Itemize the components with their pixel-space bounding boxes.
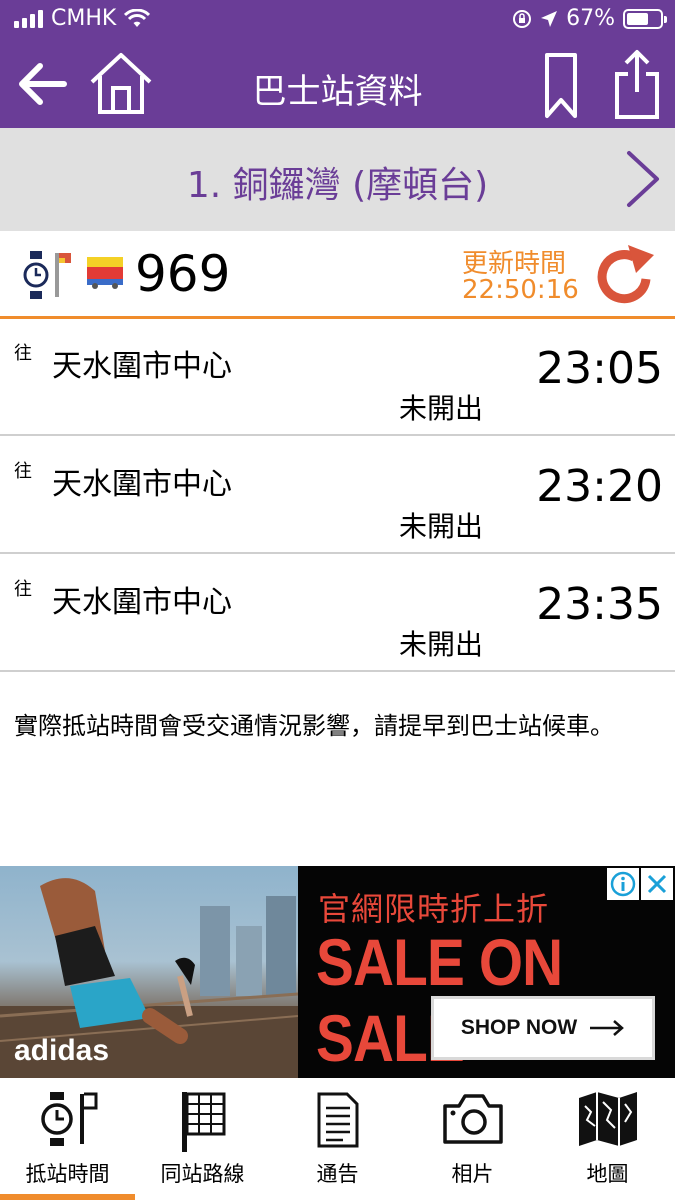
clock-flag-icon (23, 251, 71, 299)
active-tab-indicator (0, 1194, 135, 1200)
tab-label: 相片 (451, 1162, 494, 1186)
status-bar: CMHK 67% (0, 0, 675, 38)
signal-icon (14, 9, 43, 28)
notice-icon (317, 1092, 358, 1148)
carrier-label: CMHK (51, 6, 117, 31)
arrival-time: 23:20 (536, 461, 663, 512)
chevron-right-icon[interactable] (625, 150, 661, 208)
location-icon (541, 10, 558, 27)
ad-photo: adidas (0, 866, 299, 1078)
direction-label: 往 (14, 461, 32, 482)
arrival-time: 23:05 (536, 343, 663, 394)
eta-status: 未開出 (398, 628, 483, 661)
arrow-right-icon (590, 1020, 625, 1036)
tab-photos[interactable]: 相片 (405, 1078, 540, 1200)
eta-row: 往 天水圍市中心 23:20 未開出 (0, 437, 675, 554)
stop-header: 1. 銅鑼灣 (摩頓台) (0, 128, 675, 231)
tab-label: 通告 (316, 1162, 359, 1186)
tab-label: 抵站時間 (25, 1162, 110, 1186)
tab-arrival-times[interactable]: 抵站時間 (0, 1078, 135, 1200)
tab-bar: 抵站時間 同站路線 通告 相片 地圖 (0, 1078, 675, 1200)
shop-now-button[interactable]: SHOP NOW (431, 996, 655, 1060)
tab-same-stop-routes[interactable]: 同站路線 (135, 1078, 270, 1200)
tab-label: 同站路線 (160, 1162, 245, 1186)
eta-row: 往 天水圍市中心 23:35 未開出 (0, 555, 675, 672)
ad-close-icon[interactable] (641, 868, 673, 900)
bookmark-icon[interactable] (544, 52, 578, 120)
nav-bar: 巴士站資料 (0, 38, 675, 128)
eta-status: 未開出 (398, 392, 483, 425)
direction-label: 往 (14, 343, 32, 364)
ad-brand: adidas (14, 1034, 110, 1067)
ad-info-icon[interactable] (607, 868, 639, 900)
orientation-lock-icon (513, 9, 532, 28)
bus-icon (87, 257, 123, 289)
destination: 天水圍市中心 (52, 467, 232, 502)
arrival-time: 23:35 (536, 579, 663, 630)
refresh-icon[interactable] (596, 243, 660, 305)
clock-flag-icon (40, 1092, 97, 1146)
tab-notices[interactable]: 通告 (270, 1078, 405, 1200)
route-header: 969 更新時間 22:50:16 (0, 231, 675, 319)
notice-text: 實際抵站時間會受交通情況影響，請提早到巴士站候車。 (14, 712, 614, 740)
eta-row: 往 天水圍市中心 23:05 未開出 (0, 319, 675, 436)
stop-name: 1. 銅鑼灣 (摩頓台) (186, 165, 489, 206)
share-icon[interactable] (614, 48, 660, 120)
eta-status: 未開出 (398, 510, 483, 543)
tab-map[interactable]: 地圖 (540, 1078, 675, 1200)
route-board-icon (181, 1092, 225, 1152)
destination: 天水圍市中心 (52, 349, 232, 384)
wifi-icon (124, 8, 151, 27)
tab-label: 地圖 (586, 1162, 629, 1186)
destination: 天水圍市中心 (52, 585, 232, 620)
ad-banner[interactable]: adidas 官網限時折上折 SALE ON SALE SHOP NOW (0, 866, 675, 1078)
direction-label: 往 (14, 579, 32, 600)
ad-controls (607, 868, 673, 900)
route-number: 969 (135, 245, 231, 303)
shop-now-label: SHOP NOW (460, 1016, 578, 1039)
battery-icon (623, 8, 667, 29)
update-time: 22:50:16 (462, 275, 579, 305)
battery-percent: 67% (566, 6, 615, 31)
camera-icon (442, 1094, 503, 1144)
map-icon (578, 1092, 637, 1146)
